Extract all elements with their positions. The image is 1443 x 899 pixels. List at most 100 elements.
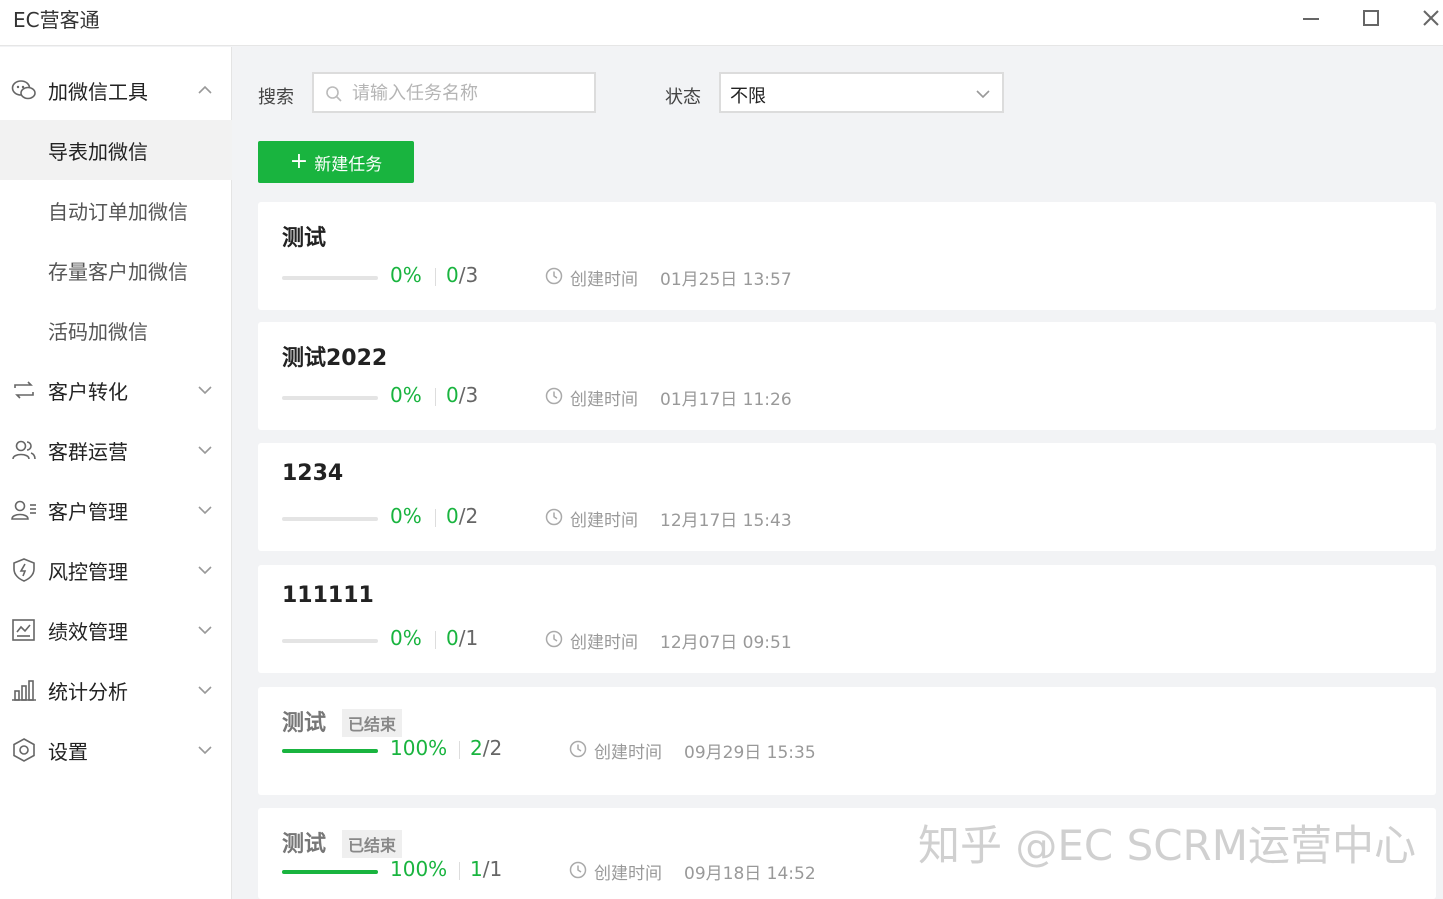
task-card[interactable]: 测试 0% 0/3 创建时间 01月25日 13:57 — [258, 202, 1436, 310]
sidebar-group-customer-management[interactable]: 客户管理 — [0, 480, 232, 540]
sidebar-group-risk-control[interactable]: 风控管理 — [0, 540, 232, 600]
chevron-down-icon — [198, 686, 212, 695]
plus-icon: + — [289, 149, 309, 174]
ended-badge: 已结束 — [342, 709, 403, 737]
chevron-down-icon — [198, 626, 212, 635]
progress-bar-fill — [282, 870, 378, 874]
task-name: 测试 — [282, 832, 327, 857]
chevron-down-icon — [198, 746, 212, 755]
close-icon — [1423, 10, 1439, 26]
divider — [459, 862, 460, 880]
group-icon — [12, 440, 36, 460]
task-name: 1234 — [282, 461, 344, 486]
task-name: 测试 — [282, 226, 327, 251]
progress-count: 0/1 — [446, 626, 478, 650]
clock-icon — [545, 267, 563, 285]
sidebar-group-label: 客群运营 — [48, 440, 128, 464]
minimize-icon — [1303, 18, 1319, 20]
count-done: 2 — [470, 736, 483, 760]
clock-icon — [569, 740, 587, 758]
task-card[interactable]: 测试2022 0% 0/3 创建时间 01月17日 11:26 — [258, 322, 1436, 430]
new-task-button[interactable]: + 新建任务 — [258, 141, 414, 183]
chart-box-icon — [12, 619, 35, 641]
created-time-label: 创建时间 — [570, 270, 638, 290]
created-time-label: 创建时间 — [570, 390, 638, 410]
maximize-button[interactable] — [1346, 0, 1396, 36]
sidebar-group-label: 绩效管理 — [48, 620, 128, 644]
created-time-value: 12月17日 15:43 — [660, 511, 792, 531]
task-card[interactable]: 1234 0% 0/2 创建时间 12月17日 15:43 — [258, 443, 1436, 551]
chevron-down-icon — [198, 386, 212, 395]
sidebar-group-label: 统计分析 — [48, 680, 128, 704]
sidebar: 加微信工具 导表加微信 自动订单加微信 存量客户加微信 活码加微信 客户转化 客… — [0, 47, 232, 899]
progress-bar — [282, 396, 378, 400]
sidebar-item-label: 活码加微信 — [48, 320, 148, 344]
sidebar-group-label: 设置 — [48, 740, 88, 764]
app-title: EC营客通 — [13, 8, 100, 32]
count-total: /2 — [458, 504, 479, 528]
sidebar-item-existing-customer-add-wechat[interactable]: 存量客户加微信 — [0, 240, 232, 300]
sidebar-group-label: 客户转化 — [48, 380, 128, 404]
progress-percent: 0% — [390, 383, 422, 407]
created-time-label: 创建时间 — [594, 864, 662, 884]
sidebar-item-label: 存量客户加微信 — [48, 260, 188, 284]
close-button[interactable] — [1406, 0, 1443, 36]
search-input[interactable] — [352, 80, 588, 106]
created-time-value: 01月25日 13:57 — [660, 270, 792, 290]
progress-count: 0/2 — [446, 504, 478, 528]
minimize-button[interactable] — [1286, 0, 1336, 36]
status-label: 状态 — [665, 87, 701, 108]
sidebar-item-label: 自动订单加微信 — [48, 200, 188, 224]
count-total: /1 — [482, 857, 503, 881]
sidebar-group-customer-conversion[interactable]: 客户转化 — [0, 360, 232, 420]
sidebar-group-label: 加微信工具 — [48, 80, 148, 104]
progress-percent: 0% — [390, 504, 422, 528]
count-total: /3 — [458, 263, 479, 287]
sidebar-group-statistics[interactable]: 统计分析 — [0, 660, 232, 720]
status-select-value: 不限 — [730, 86, 766, 107]
maximize-icon — [1363, 10, 1379, 26]
chevron-up-icon — [198, 85, 212, 94]
progress-bar — [282, 870, 378, 874]
clock-icon — [545, 387, 563, 405]
count-done: 0 — [446, 263, 459, 287]
customer-list-icon — [11, 500, 36, 520]
sidebar-item-auto-order-add-wechat[interactable]: 自动订单加微信 — [0, 180, 232, 240]
sidebar-group-label: 客户管理 — [48, 500, 128, 524]
search-label: 搜索 — [258, 87, 294, 108]
sidebar-item-import-add-wechat[interactable]: 导表加微信 — [0, 120, 232, 180]
progress-percent: 0% — [390, 263, 422, 287]
count-done: 0 — [446, 383, 459, 407]
chevron-down-icon — [198, 566, 212, 575]
task-card[interactable]: 111111 0% 0/1 创建时间 12月07日 09:51 — [258, 565, 1436, 673]
count-total: /2 — [482, 736, 503, 760]
task-card[interactable]: 测试 已结束 100% 2/2 创建时间 09月29日 15:35 — [258, 687, 1436, 795]
divider — [435, 268, 436, 286]
search-box[interactable] — [312, 72, 596, 113]
progress-bar — [282, 639, 378, 643]
divider — [435, 631, 436, 649]
clock-icon — [569, 861, 587, 879]
progress-bar-fill — [282, 749, 378, 753]
sidebar-group-settings[interactable]: 设置 — [0, 720, 232, 780]
shield-icon — [13, 558, 35, 582]
sidebar-group-customer-group-ops[interactable]: 客群运营 — [0, 420, 232, 480]
progress-count: 1/1 — [470, 857, 502, 881]
gear-icon — [13, 738, 35, 762]
bar-chart-icon — [12, 680, 36, 701]
count-total: /3 — [458, 383, 479, 407]
sidebar-item-live-code-add-wechat[interactable]: 活码加微信 — [0, 300, 232, 360]
sidebar-group-label: 风控管理 — [48, 560, 128, 584]
count-total: /1 — [458, 626, 479, 650]
status-select[interactable]: 不限 — [719, 72, 1004, 113]
progress-bar — [282, 276, 378, 280]
count-done: 1 — [470, 857, 483, 881]
sidebar-group-add-wechat[interactable]: 加微信工具 — [0, 60, 232, 120]
clock-icon — [545, 630, 563, 648]
sidebar-group-performance[interactable]: 绩效管理 — [0, 600, 232, 660]
wechat-icon — [11, 80, 36, 100]
watermark: 知乎 @EC SCRM运营中心 — [918, 821, 1416, 870]
task-name: 测试 — [282, 711, 327, 736]
chevron-down-icon — [976, 90, 990, 99]
created-time-value: 12月07日 09:51 — [660, 633, 792, 653]
